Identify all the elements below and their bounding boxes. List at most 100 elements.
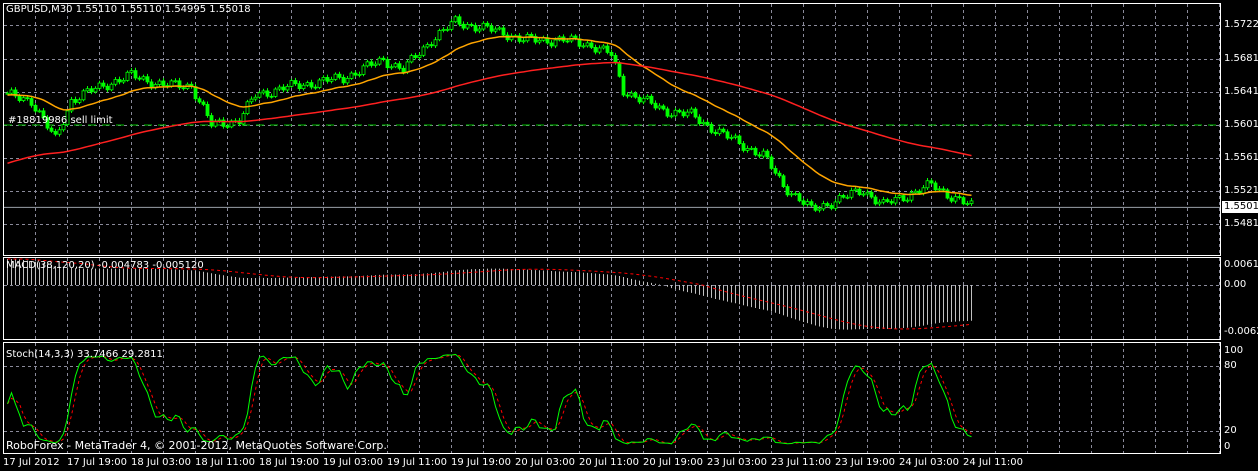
candle-body xyxy=(349,72,354,79)
candle-body xyxy=(353,72,358,76)
candle-body xyxy=(785,186,790,196)
candle-body xyxy=(485,22,490,27)
candle-body xyxy=(813,204,818,211)
candle-body xyxy=(877,201,882,205)
candle-body xyxy=(709,123,714,133)
candle-body xyxy=(313,86,318,89)
candle-body xyxy=(461,23,466,29)
candle-body xyxy=(265,90,270,97)
candle-body xyxy=(601,45,606,49)
ma-slow-line xyxy=(7,61,972,165)
time-tick: 24 Jul 11:00 xyxy=(963,457,1023,468)
price-tick: 1.56410 xyxy=(1224,86,1258,97)
candle-body xyxy=(801,200,806,205)
candle-body xyxy=(641,97,646,103)
candle-body xyxy=(741,143,746,151)
price-tick: 1.55210 xyxy=(1224,185,1258,196)
candle-body xyxy=(705,121,710,125)
candle-body xyxy=(937,188,942,191)
candle-body xyxy=(173,80,178,83)
candle-body xyxy=(497,27,502,30)
candle-body xyxy=(433,39,438,47)
candle-body xyxy=(33,104,38,112)
candle-body xyxy=(733,135,738,138)
candle-body xyxy=(913,190,918,194)
candle-body xyxy=(77,99,82,103)
candle-body xyxy=(597,47,602,53)
candle-body xyxy=(661,105,666,110)
candle-body xyxy=(625,94,630,97)
candle-body xyxy=(833,201,838,209)
time-tick: 17 Jul 19:00 xyxy=(67,457,127,468)
candle-body xyxy=(409,55,414,63)
candle-body xyxy=(873,196,878,205)
candle-body xyxy=(181,87,186,90)
macd-header: MACD(38,120,20) -0.004783 -0.005120 xyxy=(6,260,204,271)
candle-body xyxy=(925,180,930,189)
candle-body xyxy=(529,34,534,37)
candle-body xyxy=(841,195,846,198)
candle-body xyxy=(241,113,246,125)
chart-canvas[interactable] xyxy=(0,0,1258,471)
candle-body xyxy=(205,103,210,116)
candle-body xyxy=(305,82,310,86)
candle-body xyxy=(757,154,762,157)
candle-body xyxy=(761,150,766,157)
candle-body xyxy=(897,195,902,198)
candle-body xyxy=(749,147,754,150)
candle-body xyxy=(301,84,306,90)
candle-body xyxy=(425,44,430,48)
candle-body xyxy=(693,108,698,118)
chart-header: GBPUSD,M30 1.55110 1.55110 1.54995 1.550… xyxy=(6,4,251,15)
candle-body xyxy=(197,98,202,103)
candle-body xyxy=(257,92,262,98)
candle-body xyxy=(89,88,94,93)
candle-body xyxy=(25,97,30,100)
candle-body xyxy=(253,96,258,100)
stoch-series xyxy=(7,353,972,445)
candle-body xyxy=(781,175,786,187)
time-tick: 19 Jul 03:00 xyxy=(323,457,383,468)
candle-body xyxy=(117,79,122,83)
candle-body xyxy=(293,80,298,85)
candle-body xyxy=(725,131,730,139)
candle-body xyxy=(377,57,382,65)
candle-body xyxy=(9,89,14,94)
candle-body xyxy=(585,42,590,47)
time-tick: 24 Jul 03:00 xyxy=(899,457,959,468)
time-tick: 23 Jul 03:00 xyxy=(707,457,767,468)
candle-body xyxy=(637,96,642,103)
order-label[interactable]: #18819986 sell limit xyxy=(8,115,113,127)
candle-body xyxy=(105,85,110,91)
candle-body xyxy=(593,46,598,53)
price-tick: 1.56010 xyxy=(1224,119,1258,130)
candle-body xyxy=(113,79,118,85)
candle-body xyxy=(809,201,814,206)
grid xyxy=(4,4,1220,453)
candle-body xyxy=(465,24,470,29)
candle-body xyxy=(657,105,662,109)
candle-body xyxy=(861,193,866,196)
candle-body xyxy=(673,109,678,117)
candle-body xyxy=(889,201,894,204)
candle-body xyxy=(101,82,106,87)
candle-body xyxy=(681,111,686,117)
candle-body xyxy=(789,193,794,196)
candle-body xyxy=(261,90,266,94)
time-tick: 20 Jul 11:00 xyxy=(579,457,639,468)
candle-body xyxy=(453,16,458,23)
candle-body xyxy=(85,88,90,92)
candle-body xyxy=(5,92,10,95)
candle-body xyxy=(629,92,634,97)
candle-body xyxy=(553,39,558,47)
candle-body xyxy=(145,76,150,83)
candle-body xyxy=(93,87,98,93)
stoch-tick: 100 xyxy=(1224,345,1244,356)
candle-body xyxy=(613,55,618,64)
time-tick: 17 Jul 2012 xyxy=(3,457,60,468)
candle-body xyxy=(901,195,906,202)
price-tick: 1.54810 xyxy=(1224,218,1258,229)
candle-body xyxy=(477,28,482,32)
candle-body xyxy=(49,127,54,132)
time-tick: 18 Jul 03:00 xyxy=(131,457,191,468)
